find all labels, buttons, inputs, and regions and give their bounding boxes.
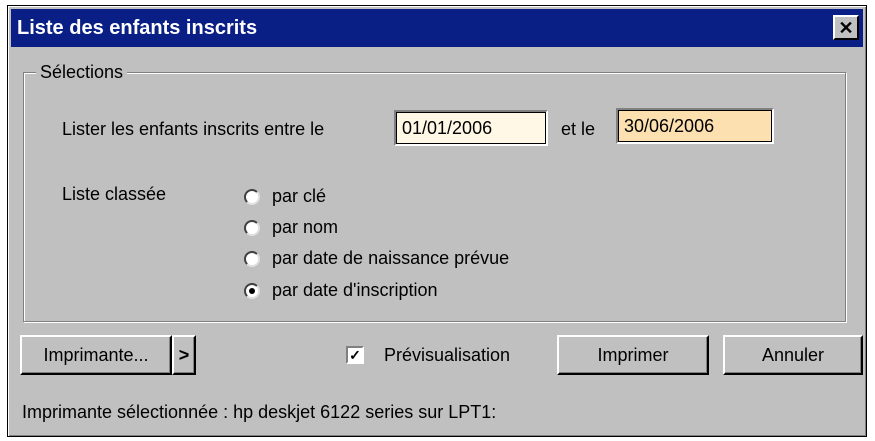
radio-icon [244, 188, 260, 205]
chevron-right-icon: > [178, 344, 190, 365]
checkmark-icon: ✓ [349, 347, 361, 363]
cancel-button[interactable]: Annuler [723, 335, 863, 375]
print-button-label: Imprimer [597, 344, 669, 365]
sort-option-birth-date[interactable]: par date de naissance prévue [244, 248, 509, 269]
radio-icon [244, 219, 260, 236]
sort-label: Liste classée [62, 184, 167, 204]
title-bar: Liste des enfants inscrits ✕ [11, 9, 863, 47]
sort-option-label: par date de naissance prévue [272, 248, 510, 268]
end-date-input[interactable] [616, 108, 774, 144]
close-icon: ✕ [838, 17, 854, 38]
sort-option-registration-date[interactable]: par date d'inscription [244, 280, 438, 301]
close-button[interactable]: ✕ [833, 15, 859, 40]
printer-menu-button[interactable]: > [172, 335, 196, 375]
sort-option-label: par nom [272, 217, 339, 237]
radio-icon [244, 250, 260, 267]
selected-printer-status: Imprimante sélectionnée : hp deskjet 612… [22, 402, 497, 422]
cancel-button-label: Annuler [761, 344, 825, 365]
preview-label: Prévisualisation [384, 345, 511, 365]
radio-icon [244, 282, 260, 299]
sort-option-key[interactable]: par clé [244, 186, 326, 207]
window-title: Liste des enfants inscrits [17, 16, 258, 39]
printer-button-label: Imprimante... [43, 344, 149, 365]
start-date-input[interactable] [394, 110, 548, 146]
print-button[interactable]: Imprimer [557, 335, 709, 375]
date-range-label: Lister les enfants inscrits entre le [62, 119, 325, 139]
selections-legend: Sélections [36, 62, 128, 83]
printer-button[interactable]: Imprimante... [20, 335, 172, 375]
sort-option-label: par clé [272, 186, 327, 206]
sort-option-label: par date d'inscription [272, 280, 438, 300]
sort-option-name[interactable]: par nom [244, 217, 338, 238]
between-label: et le [561, 119, 596, 139]
preview-checkbox[interactable]: ✓ [346, 346, 364, 364]
